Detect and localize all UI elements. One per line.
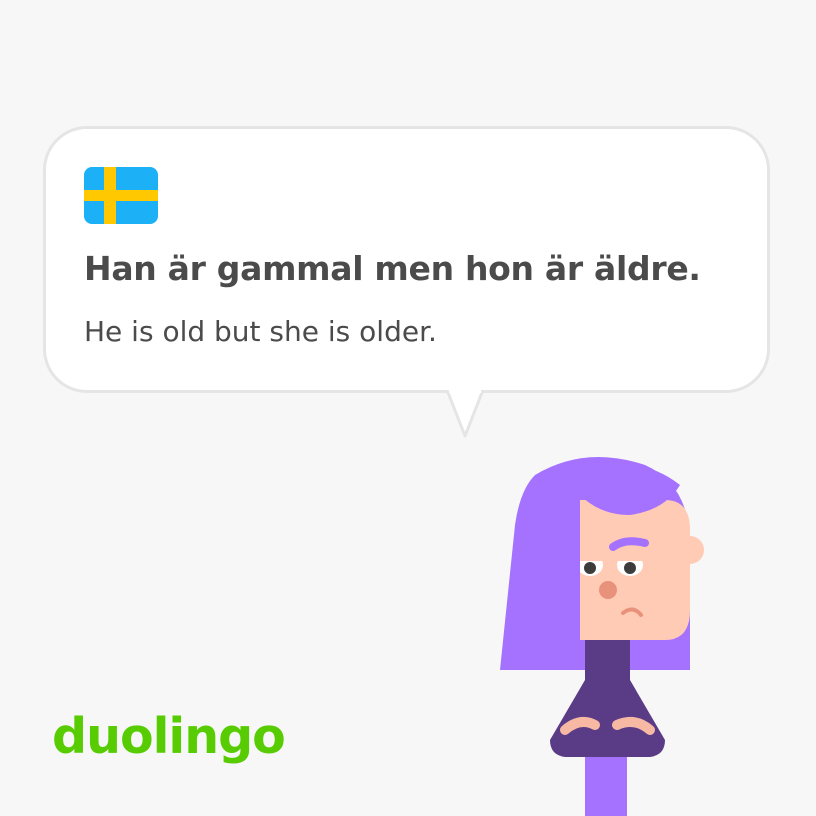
speech-bubble-tail [445, 390, 485, 438]
sweden-flag-icon [84, 167, 158, 224]
translation-text: He is old but she is older. [84, 315, 437, 348]
duolingo-logo: duolingo [52, 708, 286, 765]
lily-character [500, 457, 704, 816]
sentence-text: Han är gammal men hon är äldre. [84, 249, 701, 288]
